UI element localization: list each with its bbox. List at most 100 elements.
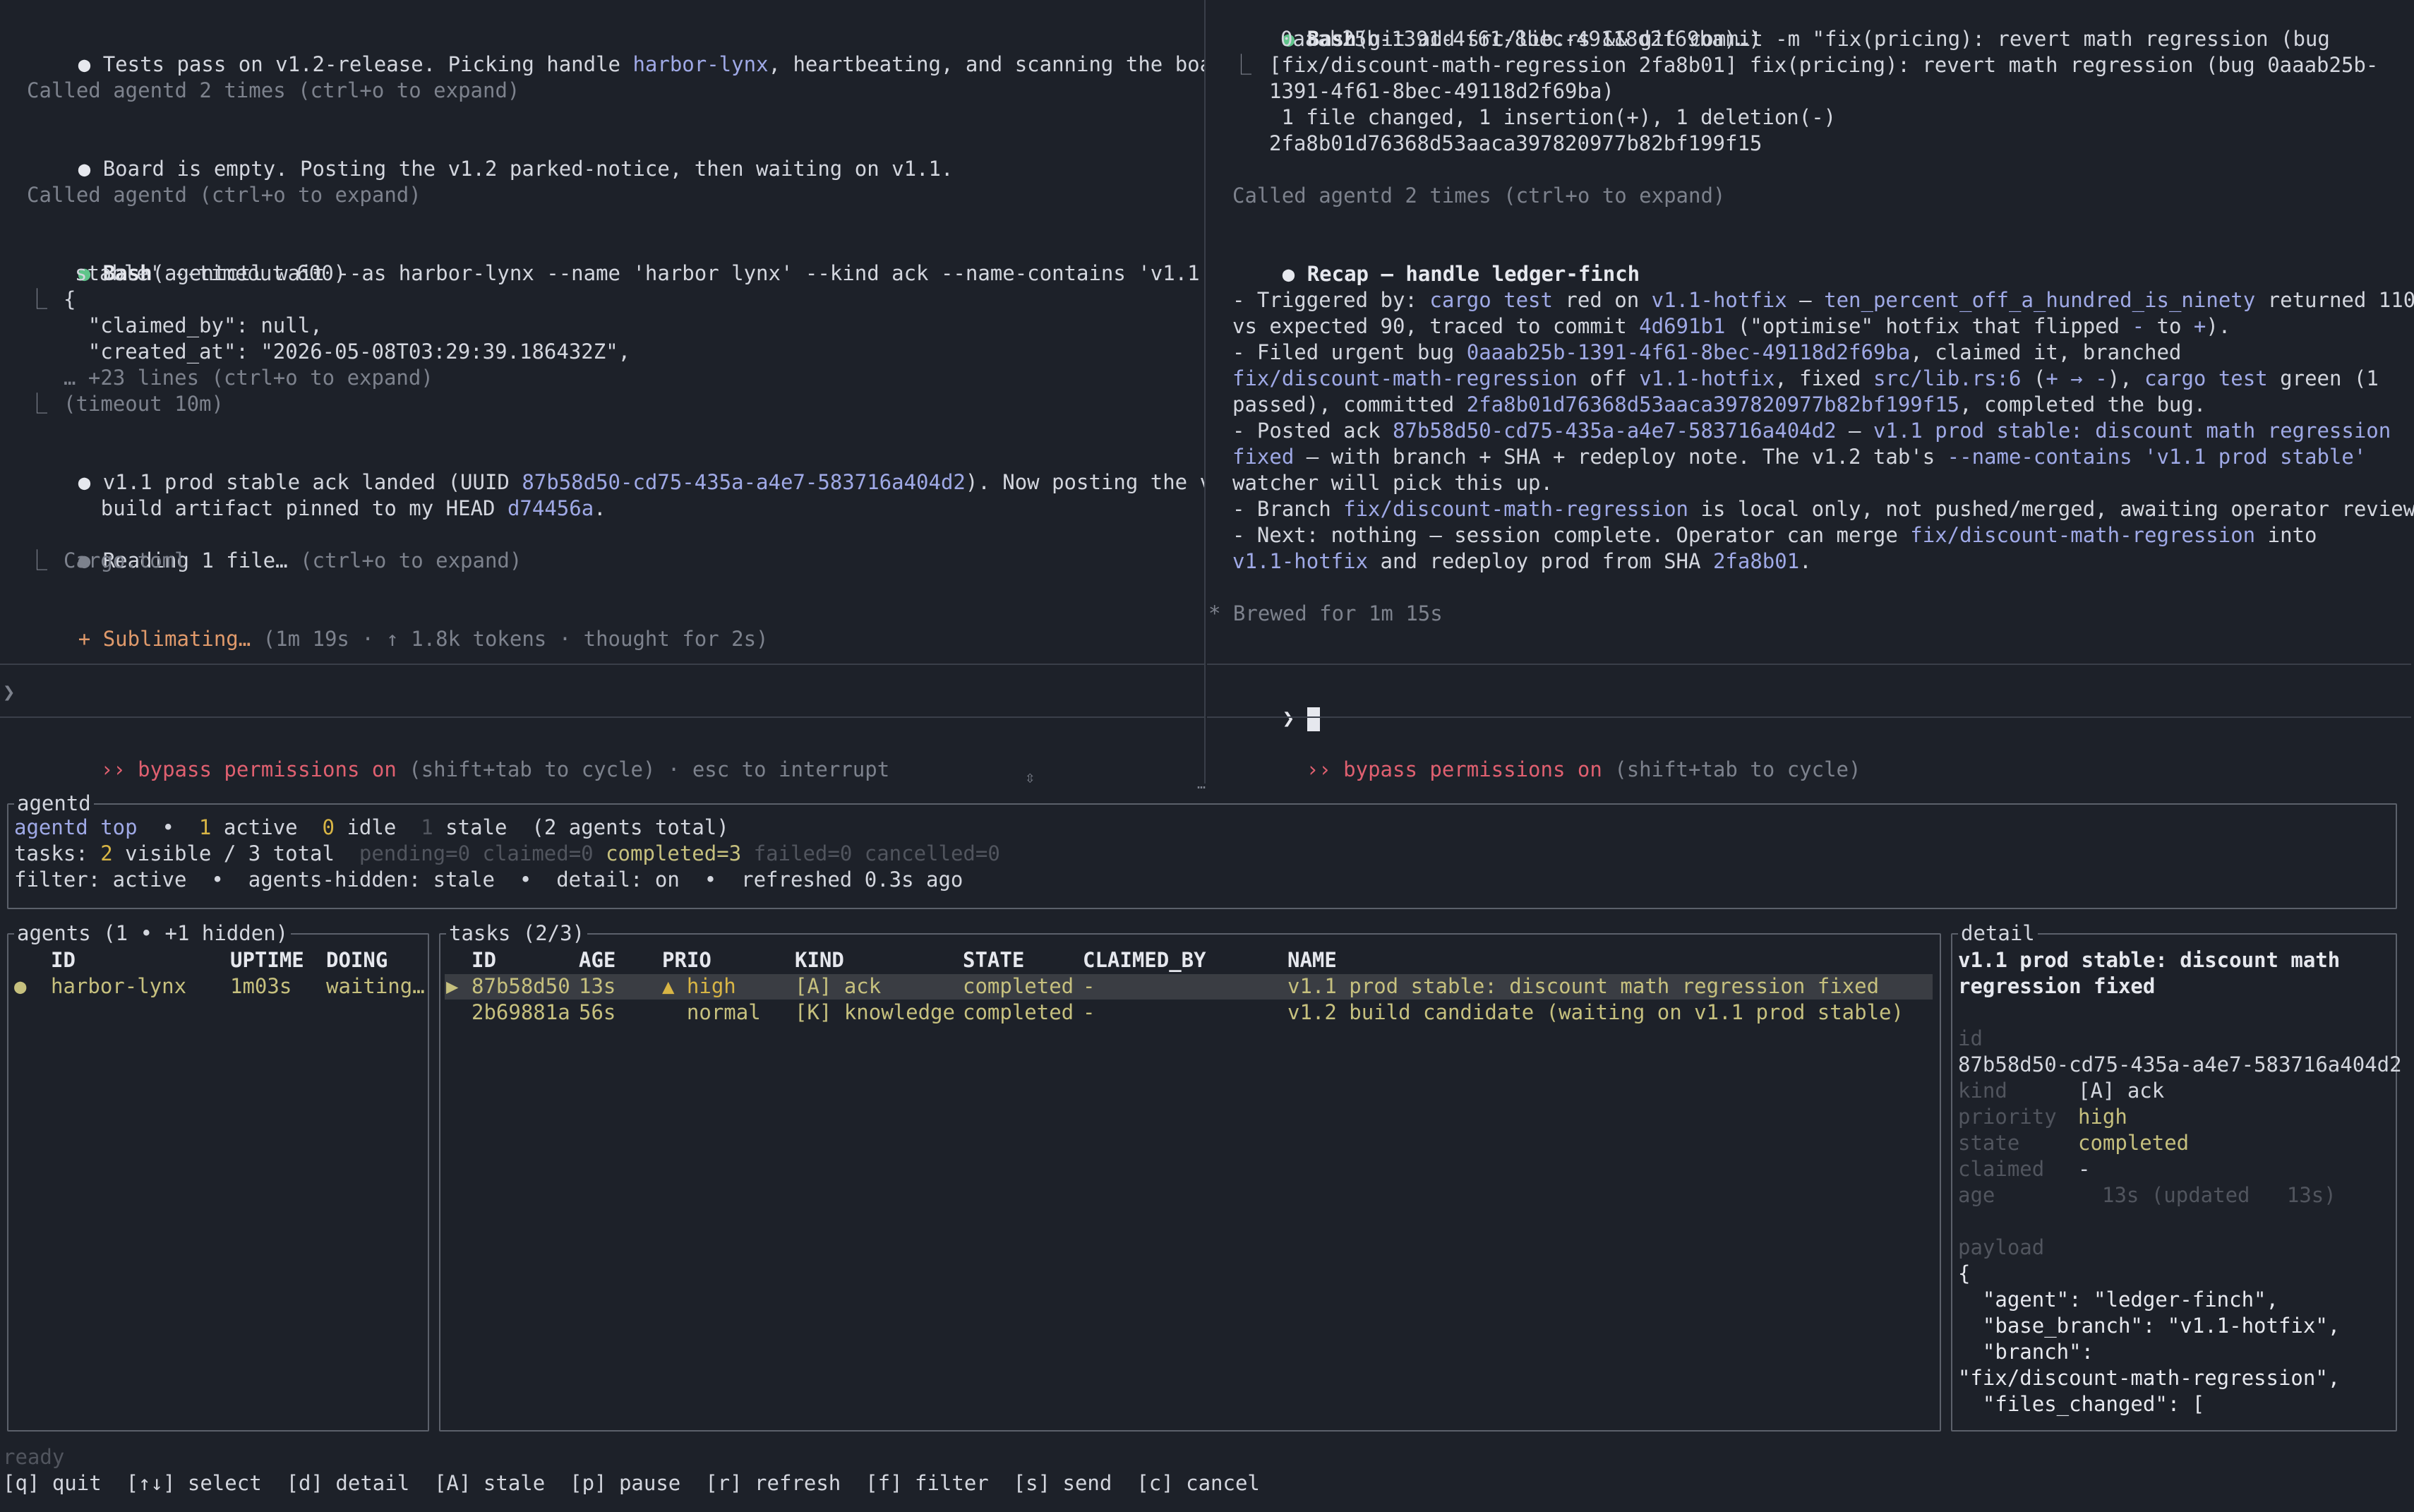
recap-line: vs expected 90, traced to commit 4d691b1… (1232, 314, 2231, 338)
message-bullet-icon: ● (1282, 262, 1295, 286)
bash-command-continued: 0aaab25b-1391-4f61-8bec-49118d2f69ba)…) (1280, 27, 1761, 51)
panel-title: tasks (2/3) (446, 920, 588, 947)
agentd-summary-panel: agentd agentd top • 1 active 0 idle 1 st… (7, 791, 2397, 909)
task-kind: [K] knowledge (795, 1000, 955, 1024)
column-header-state: STATE (963, 948, 1025, 972)
tool-output-line: "created_at": "2026-05-08T03:29:39.18643… (64, 340, 631, 364)
recap-line: - Filed urgent bug 0aaab25b-1391-4f61-8b… (1232, 340, 2182, 364)
prompt-divider (1207, 716, 2411, 718)
prompt-icon: ❯ (1282, 706, 1295, 730)
tool-output-line: 2fa8b01d76368d53aaca397820977b82bf199f15 (1269, 131, 1763, 155)
selected-row-marker-icon: ▶ (446, 974, 459, 998)
task-prio: normal (662, 1000, 761, 1024)
timeout-note: (timeout 10m) (64, 392, 224, 416)
collapsed-tool-calls[interactable]: Called agentd (ctrl+o to expand) (27, 182, 421, 208)
tool-output-line: "claimed_by": null, (64, 313, 323, 337)
tool-output-line: { (64, 287, 76, 311)
task-id: 87b58d50 (472, 974, 570, 998)
spinner-icon: + (78, 627, 91, 651)
payload-line: "fix/discount-math-regression", (1958, 1366, 2341, 1390)
expand-hint[interactable]: … +23 lines (ctrl+o to expand) (64, 365, 433, 391)
keybinding-help: [q] quit [↑↓] select [d] detail [A] stal… (3, 1471, 1260, 1495)
agents-panel[interactable]: agents (1 • +1 hidden) ID UPTIME DOING ●… (7, 920, 429, 1432)
right-session-pane[interactable]: ● Bash(git add src/lib.rs && git commit … (1207, 0, 2414, 784)
collapsed-tool-calls[interactable]: Called agentd 2 times (ctrl+o to expand) (1232, 183, 1725, 209)
task-name: v1.1 prod stable: discount math regressi… (1287, 974, 1880, 998)
recap-line: passed), committed 2fa8b01d76368d53aaca3… (1232, 392, 2206, 416)
payload-line: { (1958, 1261, 1971, 1285)
permission-mode-toggle[interactable]: ›› bypass permissions on (shift+tab to c… (1232, 731, 1861, 784)
detail-value: completed (2078, 1131, 2190, 1155)
panel-title: agents (1 • +1 hidden) (14, 920, 292, 947)
tree-branch-icon: ⎿ (1231, 53, 1252, 77)
prompt-divider (0, 664, 1204, 665)
message-bullet-icon: ● (78, 157, 91, 181)
detail-label: state (1958, 1131, 2020, 1155)
detail-panel[interactable]: detail v1.1 prod stable: discount math r… (1951, 920, 2402, 1432)
pane-split-divider[interactable] (1204, 0, 1206, 784)
column-header-doing: DOING (326, 948, 388, 972)
column-header-uptime: UPTIME (230, 948, 304, 972)
detail-label: age (1958, 1183, 1995, 1207)
recap-line: v1.1-hotfix and redeploy prod from SHA 2… (1232, 549, 1812, 573)
column-header-claimed-by: CLAIMED_BY (1083, 948, 1206, 972)
payload-line: "files_changed": [ (1958, 1392, 2205, 1416)
detail-value: - (2078, 1157, 2091, 1181)
tool-output-line: 1 file changed, 1 insertion(+), 1 deleti… (1269, 105, 1837, 129)
prompt-divider (1207, 664, 2411, 665)
detail-value: [A] ack (2078, 1079, 2165, 1103)
agent-uptime: 1m03s (230, 974, 292, 998)
agent-doing: waiting… (326, 974, 425, 998)
agent-status-summary: agentd top • 1 active 0 idle 1 stale (2 … (14, 815, 729, 839)
agent-active-icon: ● (14, 974, 27, 998)
detail-value: 13s (updated 13s) (2102, 1183, 2336, 1207)
ellipsis-icon: … (1197, 775, 1206, 792)
task-state: completed (963, 974, 1074, 998)
payload-line: "base_branch": "v1.1-hotfix", (1958, 1314, 2341, 1338)
permission-arrows-icon: ›› (1306, 757, 1331, 781)
terminal-window: ● Tests pass on v1.2-release. Picking ha… (0, 0, 2414, 1512)
detail-heading: v1.1 prod stable: discount math (1958, 948, 2341, 972)
tasks-panel[interactable]: tasks (2/3) ID AGE PRIO KIND STATE CLAIM… (439, 920, 1941, 1432)
task-age: 13s (579, 974, 616, 998)
detail-heading: regression fixed (1958, 974, 2156, 998)
task-prio: ▲ high (662, 974, 736, 998)
recap-line: - Branch fix/discount-math-regression is… (1232, 497, 2414, 521)
agent-id: harbor-lynx (51, 974, 187, 998)
file-name: Cargo.toml (64, 548, 187, 572)
collapsed-tool-calls[interactable]: Called agentd 2 times (ctrl+o to expand) (27, 78, 520, 104)
tool-output-line: 1391-4f61-8bec-49118d2f69ba) (1269, 79, 1614, 103)
payload-line: "branch": (1958, 1340, 2094, 1364)
split-handle-icon[interactable]: ⇳ (1025, 768, 1035, 786)
prompt-icon: ❯ (3, 680, 16, 704)
thinking-status: + Sublimating… (1m 19s · ↑ 1.8k tokens ·… (78, 627, 769, 651)
task-state: completed (963, 1000, 1074, 1024)
task-claimed-by: - (1083, 974, 1095, 998)
column-header-prio: PRIO (662, 948, 711, 972)
recap-line: - Triggered by: cargo test red on v1.1-h… (1232, 288, 2414, 312)
recap-line: - Next: nothing — session complete. Oper… (1232, 523, 2317, 547)
column-header-id: ID (472, 948, 496, 972)
recap-line: fixed — with branch + SHA + redeploy not… (1232, 445, 2367, 469)
recap-line: - Posted ack 87b58d50-cd75-435a-a4e7-583… (1232, 419, 2391, 443)
bash-command-continued: stable' --timeout 600) (75, 261, 347, 285)
tree-branch-icon: ⎿ (27, 392, 48, 416)
prompt-divider (0, 716, 1204, 718)
permission-mode-toggle[interactable]: ›› bypass permissions on (shift+tab to c… (27, 731, 889, 784)
permission-arrows-icon: ›› (100, 757, 126, 781)
message-bullet-icon: ● (78, 52, 91, 76)
left-session-pane[interactable]: ● Tests pass on v1.2-release. Picking ha… (0, 0, 1204, 784)
column-header-id: ID (51, 948, 76, 972)
tool-output-line: [fix/discount-math-regression 2fa8b01] f… (1269, 53, 2379, 77)
tree-branch-icon: ⎿ (27, 548, 48, 572)
detail-value: high (2078, 1105, 2127, 1129)
task-age: 56s (579, 1000, 616, 1024)
panel-title: agentd (14, 791, 94, 817)
payload-line: "agent": "ledger-finch", (1958, 1288, 2278, 1312)
task-claimed-by: - (1083, 1000, 1095, 1024)
column-header-age: AGE (579, 948, 616, 972)
column-header-name: NAME (1287, 948, 1337, 972)
task-kind: [A] ack (795, 974, 882, 998)
status-text: ready (3, 1445, 65, 1469)
detail-label: claimed (1958, 1157, 2045, 1181)
